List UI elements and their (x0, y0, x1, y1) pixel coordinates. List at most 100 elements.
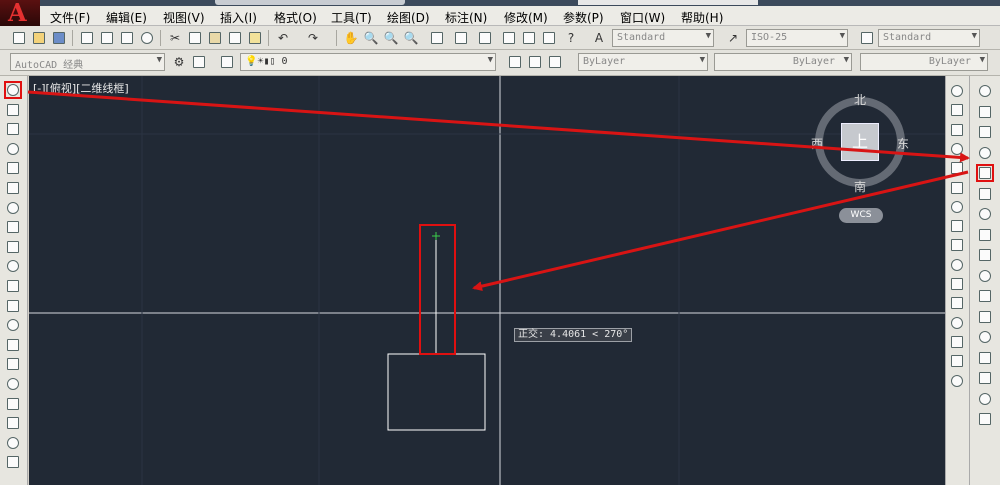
save-icon[interactable] (50, 29, 68, 47)
workspace-settings-icon[interactable]: ⚙ (170, 53, 188, 71)
hatch-icon[interactable] (4, 355, 22, 373)
circle-icon[interactable] (4, 199, 22, 217)
publish-icon[interactable] (118, 29, 136, 47)
match-properties-icon[interactable] (226, 29, 244, 47)
se-iso-icon[interactable] (948, 198, 966, 216)
snap-quadrant-icon[interactable] (976, 246, 994, 264)
snap-apparent-icon[interactable] (976, 185, 994, 203)
viewcube-top-face[interactable]: 上 (841, 123, 879, 161)
snap-node-icon[interactable] (976, 349, 994, 367)
layer-state-icon[interactable] (546, 53, 564, 71)
point-icon[interactable] (4, 336, 22, 354)
snap-parallel-icon[interactable] (976, 308, 994, 326)
zoom-all-icon[interactable] (948, 352, 966, 370)
revision-cloud-icon[interactable] (4, 218, 22, 236)
wcs-menu[interactable]: WCS (839, 208, 883, 223)
menu-tools[interactable]: 工具(T) (331, 9, 372, 26)
view-right-icon[interactable] (948, 140, 966, 158)
menu-file[interactable]: 文件(F) (50, 9, 90, 26)
layer-manager-icon[interactable] (218, 53, 236, 71)
snap-none-icon[interactable] (976, 390, 994, 408)
orbit-icon[interactable] (948, 159, 966, 177)
design-center-icon[interactable] (452, 29, 470, 47)
snap-midpoint-icon[interactable] (976, 144, 994, 162)
sw-iso-icon[interactable] (948, 179, 966, 197)
menu-insert[interactable]: 插入(I) (220, 9, 257, 26)
copy-icon[interactable] (186, 29, 204, 47)
gradient-icon[interactable] (4, 375, 22, 393)
zoom-object-icon[interactable] (948, 294, 966, 312)
ellipse-icon[interactable] (4, 257, 22, 275)
zoom-extents-icon[interactable] (948, 372, 966, 390)
tool-palettes-icon[interactable] (476, 29, 494, 47)
view-top-icon[interactable] (948, 82, 966, 100)
view-bottom-icon[interactable] (948, 101, 966, 119)
viewcube-south[interactable]: 南 (854, 178, 866, 195)
menu-draw[interactable]: 绘图(D) (387, 9, 430, 26)
markup-icon[interactable] (520, 29, 538, 47)
new-icon[interactable] (10, 29, 28, 47)
multiline-text-icon[interactable] (4, 434, 22, 452)
menu-view[interactable]: 视图(V) (163, 9, 205, 26)
lineweight-combo[interactable]: ByLayer ▼ (860, 53, 988, 71)
table-icon[interactable] (4, 414, 22, 432)
sheet-set-icon[interactable] (500, 29, 518, 47)
snap-extension-icon[interactable] (976, 205, 994, 223)
viewcube-north[interactable]: 北 (854, 91, 866, 108)
ellipse-arc-icon[interactable] (4, 277, 22, 295)
snap-nearest-icon[interactable] (976, 369, 994, 387)
viewcube-east[interactable]: 东 (897, 135, 909, 152)
plot-preview-icon[interactable] (98, 29, 116, 47)
snap-settings-icon[interactable] (976, 410, 994, 428)
snap-tangent-icon[interactable] (976, 267, 994, 285)
construction-line-icon[interactable] (4, 101, 22, 119)
quickcalc-icon[interactable] (540, 29, 558, 47)
zoom-dynamic-icon[interactable] (948, 236, 966, 254)
region-icon[interactable] (4, 395, 22, 413)
polyline-icon[interactable] (4, 120, 22, 138)
text-style-combo[interactable]: Standard ▼ (612, 29, 714, 47)
menu-parametric[interactable]: 参数(P) (563, 9, 604, 26)
zoom-out-icon[interactable] (948, 333, 966, 351)
app-logo-icon[interactable]: A (0, 0, 40, 27)
menu-help[interactable]: 帮助(H) (681, 9, 723, 26)
paste-icon[interactable] (206, 29, 224, 47)
text-style-icon[interactable]: A (590, 29, 608, 47)
drawing-canvas[interactable]: [-][俯视][二维线框] 正交: 4.4061 < 270° 北 南 西 东 … (29, 76, 945, 485)
workspace-combo[interactable]: AutoCAD 经典 ▼ (10, 53, 165, 71)
zoom-center-icon[interactable] (948, 275, 966, 293)
rectangle-icon[interactable] (4, 159, 22, 177)
snap-intersection-icon[interactable] (976, 164, 994, 182)
menu-modify[interactable]: 修改(M) (504, 9, 548, 26)
3d-print-icon[interactable] (138, 29, 156, 47)
snap-from-icon[interactable] (976, 103, 994, 121)
pan-icon[interactable]: ✋ (342, 29, 360, 47)
spline-icon[interactable] (4, 238, 22, 256)
viewcube[interactable]: 北 南 西 东 上 WCS (811, 86, 909, 236)
workspace-menu-icon[interactable] (190, 53, 208, 71)
undo-icon[interactable]: ↶ (274, 29, 292, 47)
snap-insert-icon[interactable] (976, 328, 994, 346)
zoom-scale-icon[interactable] (948, 256, 966, 274)
zoom-realtime-icon[interactable]: 🔍 (362, 29, 380, 47)
plot-icon[interactable] (78, 29, 96, 47)
snap-endpoint-icon[interactable] (976, 123, 994, 141)
snap-tracking-icon[interactable] (976, 82, 994, 100)
layer-combo[interactable]: 💡☀▮▯ 0 ▼ (240, 53, 496, 71)
help-icon[interactable]: ? (562, 29, 580, 47)
cut-icon[interactable]: ✂ (166, 29, 184, 47)
redo-icon[interactable]: ↷ (304, 29, 322, 47)
zoom-window-tb-icon[interactable]: 🔍 (382, 29, 400, 47)
color-combo[interactable]: ByLayer ▼ (578, 53, 708, 71)
zoom-previous-icon[interactable]: 🔍 (402, 29, 420, 47)
snap-center-icon[interactable] (976, 226, 994, 244)
snap-perpendicular-icon[interactable] (976, 287, 994, 305)
arc-icon[interactable] (4, 179, 22, 197)
properties-icon[interactable] (428, 29, 446, 47)
menu-format[interactable]: 格式(O) (274, 9, 317, 26)
make-block-icon[interactable] (4, 316, 22, 334)
make-current-layer-icon[interactable] (506, 53, 524, 71)
zoom-in-icon[interactable] (948, 314, 966, 332)
dim-style-icon[interactable]: ↗ (724, 29, 742, 47)
table-style-combo[interactable]: Standard ▼ (878, 29, 980, 47)
